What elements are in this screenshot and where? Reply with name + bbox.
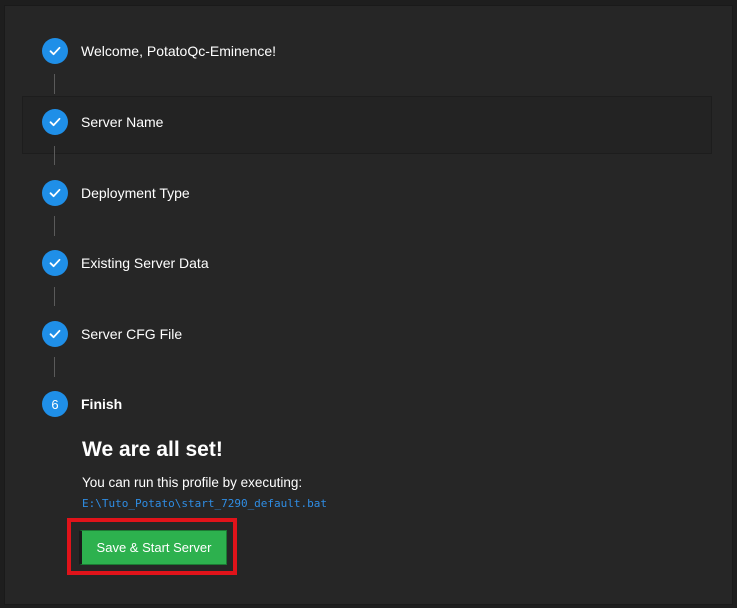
step-connector (54, 74, 55, 94)
step-welcome[interactable]: Welcome, PotatoQc-Eminence! (42, 38, 276, 64)
step-complete-check-icon (42, 38, 68, 64)
setup-wizard-panel (4, 5, 733, 605)
step-connector (54, 287, 55, 306)
step-server-cfg-file[interactable]: Server CFG File (42, 321, 182, 347)
step-label: Existing Server Data (81, 255, 209, 271)
step-label: Finish (81, 396, 123, 412)
step-finish[interactable]: 6 Finish (42, 391, 122, 417)
step-label: Server CFG File (81, 326, 183, 342)
step-complete-check-icon (42, 321, 68, 347)
finish-panel: We are all set! You can run this profile… (82, 438, 327, 510)
step-label: Server Name (81, 114, 164, 130)
step-connector (54, 357, 55, 377)
step-deployment-type[interactable]: Deployment Type (42, 180, 190, 206)
step-connector (54, 216, 55, 236)
step-number-badge: 6 (42, 391, 68, 417)
step-label: Deployment Type (81, 185, 190, 201)
step-number: 6 (51, 396, 59, 412)
save-and-start-server-button[interactable]: Save & Start Server (79, 530, 227, 565)
step-complete-check-icon (42, 109, 68, 135)
start-script-path: E:\Tuto_Potato\start_7290_default.bat (82, 497, 328, 510)
finish-title: We are all set! (82, 438, 223, 461)
step-existing-server-data[interactable]: Existing Server Data (42, 250, 209, 276)
step-complete-check-icon (42, 250, 68, 276)
step-server-name[interactable]: Server Name (42, 109, 163, 135)
step-label: Welcome, PotatoQc-Eminence! (81, 43, 277, 59)
step-connector (54, 146, 55, 165)
finish-description: You can run this profile by executing: (82, 475, 303, 490)
step-complete-check-icon (42, 180, 68, 206)
